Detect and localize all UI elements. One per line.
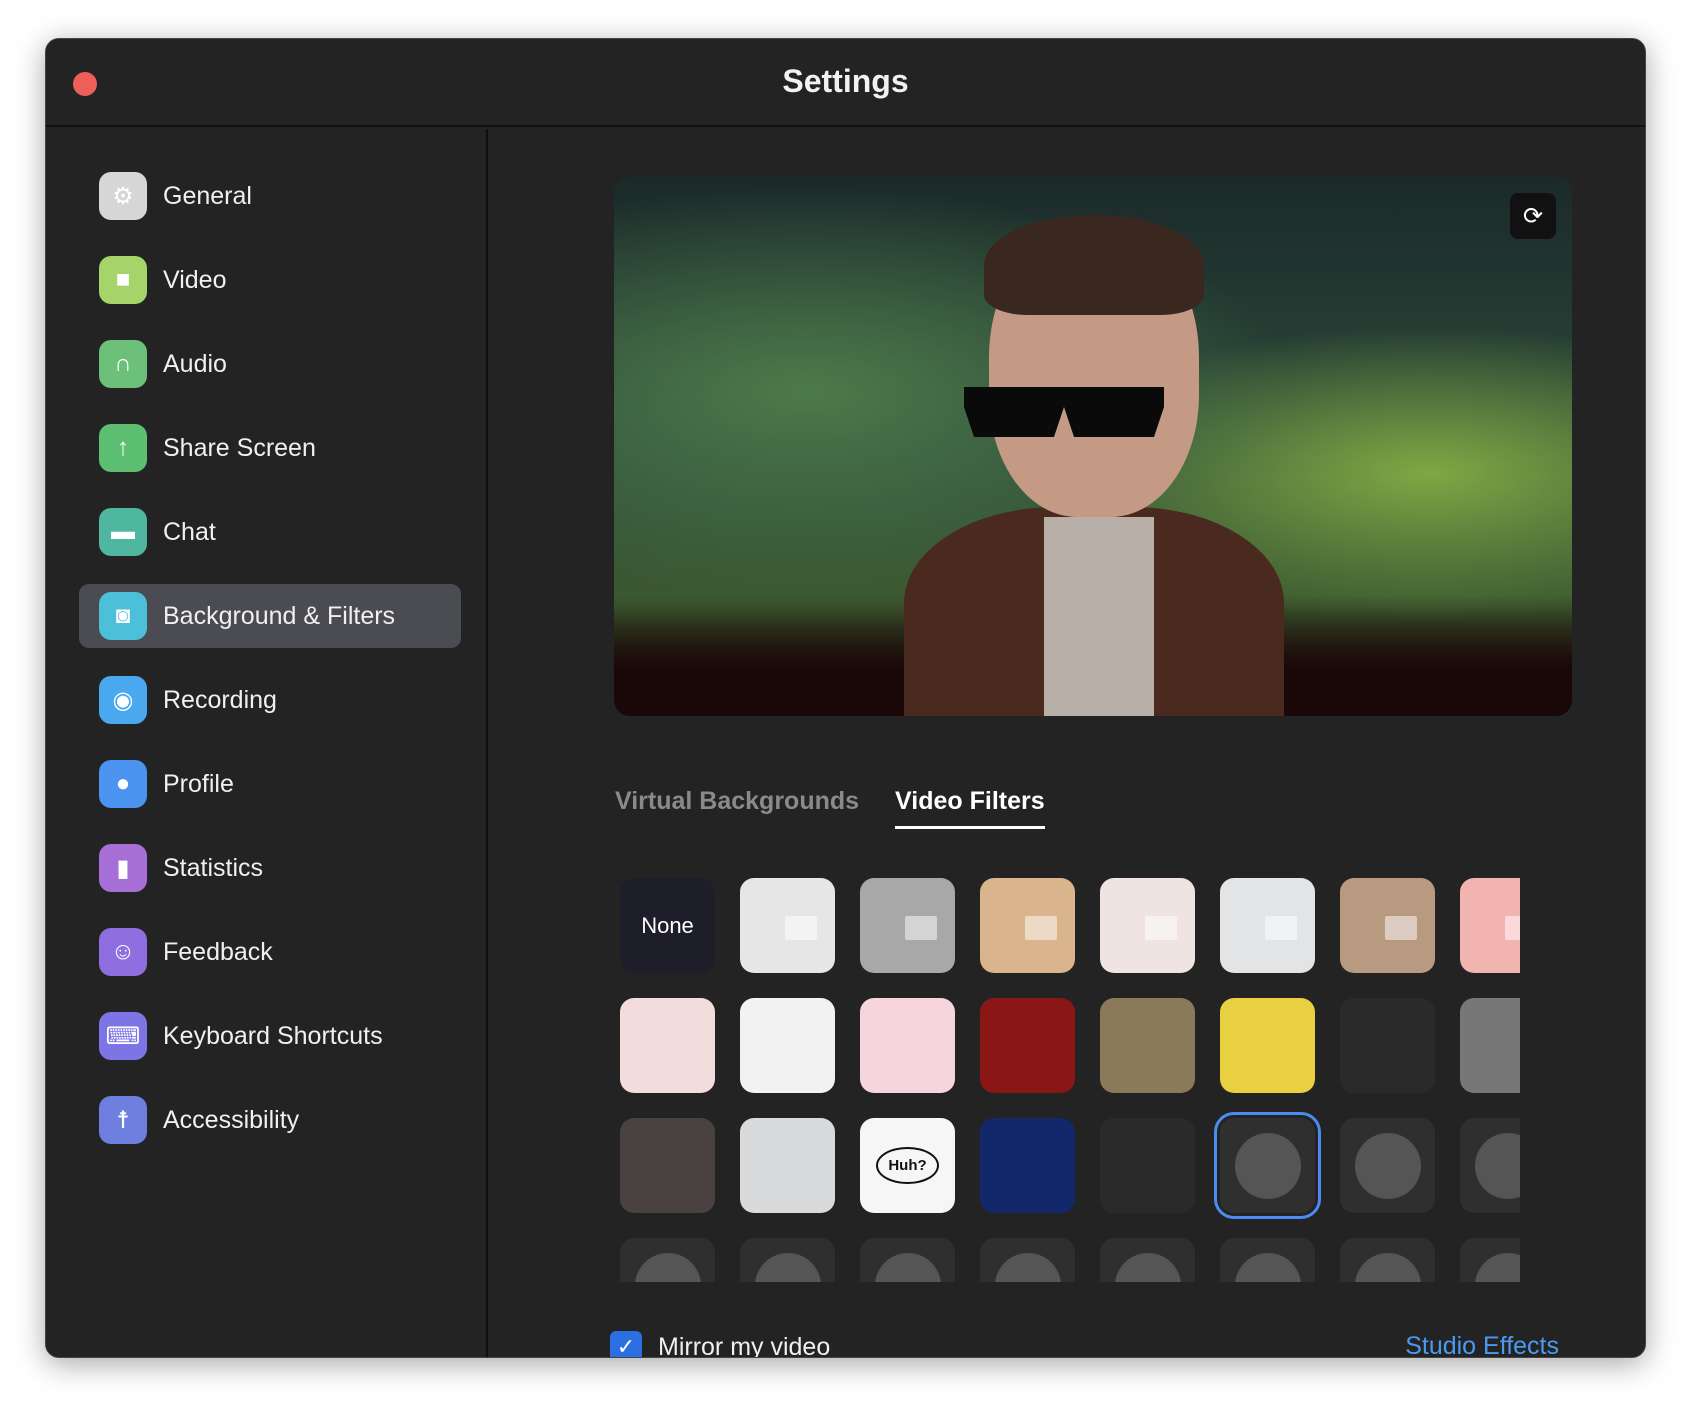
rotate-icon: ⟳	[1522, 202, 1544, 230]
face-filter-icon	[1474, 1132, 1520, 1199]
sidebar-item-statistics[interactable]: ▮ Statistics	[79, 836, 461, 900]
filter-tile[interactable]	[1460, 878, 1520, 973]
filter-tile[interactable]: Huh?	[860, 1118, 955, 1213]
sidebar-item-share-screen[interactable]: ↑ Share Screen	[79, 416, 461, 480]
mirror-video-label: Mirror my video	[658, 1332, 831, 1358]
filter-tile[interactable]	[1214, 1112, 1321, 1219]
share-screen-icon: ↑	[99, 424, 147, 472]
filter-tile[interactable]	[860, 1238, 955, 1282]
sidebar-item-label: Audio	[163, 349, 227, 378]
sidebar-item-background-filters[interactable]: ◙ Background & Filters	[79, 584, 461, 648]
sidebar-item-label: General	[163, 181, 252, 210]
filter-tile[interactable]	[980, 1238, 1075, 1282]
sidebar-item-label: Profile	[163, 769, 234, 798]
studio-effects-link[interactable]: Studio Effects	[1405, 1332, 1559, 1357]
background-person-icon: ◙	[99, 592, 147, 640]
filter-tile[interactable]	[980, 998, 1075, 1093]
filter-tile[interactable]	[620, 1238, 715, 1282]
sidebar-item-label: Statistics	[163, 853, 264, 882]
sidebar-item-label: Accessibility	[163, 1105, 300, 1134]
sidebar-item-general[interactable]: ⚙ General	[79, 164, 461, 228]
filter-tile[interactable]	[1100, 1238, 1195, 1282]
sidebar-item-feedback[interactable]: ☺ Feedback	[79, 920, 461, 984]
sidebar-item-label: Feedback	[163, 937, 273, 966]
face-filter-icon	[634, 1252, 701, 1282]
face-filter-icon	[1234, 1132, 1301, 1199]
rotate-camera-button[interactable]: ⟳	[1510, 193, 1556, 239]
filter-tile[interactable]	[1220, 878, 1315, 973]
sidebar-item-chat[interactable]: ▬ Chat	[79, 500, 461, 564]
sidebar-item-label: Recording	[163, 685, 277, 714]
filter-grid[interactable]: None Huh?	[620, 878, 1520, 1282]
checkmark-icon[interactable]: ✓	[610, 1331, 642, 1357]
filter-tile[interactable]	[1100, 1118, 1195, 1213]
video-preview: ⟳	[614, 177, 1572, 716]
filter-tile[interactable]	[860, 998, 955, 1093]
filter-tile[interactable]	[740, 878, 835, 973]
title-bar: Settings	[46, 39, 1645, 127]
face-filter-icon	[754, 1252, 821, 1282]
face-filter-icon	[1354, 1132, 1421, 1199]
filter-tile[interactable]	[1340, 1118, 1435, 1213]
sidebar-item-recording[interactable]: ◉ Recording	[79, 668, 461, 732]
face-filter-icon	[874, 1252, 941, 1282]
filter-tile[interactable]	[1220, 1238, 1315, 1282]
sidebar-item-label: Background & Filters	[163, 601, 396, 630]
chat-bubble-icon: ▬	[99, 508, 147, 556]
face-filter-icon	[1474, 1252, 1520, 1282]
sidebar-item-video[interactable]: ■ Video	[79, 248, 461, 312]
gear-icon: ⚙	[99, 172, 147, 220]
filter-tile[interactable]	[1100, 878, 1195, 973]
video-camera-icon: ■	[99, 256, 147, 304]
sidebar-item-label: Chat	[163, 517, 216, 546]
filter-tile[interactable]	[1340, 998, 1435, 1093]
person-icon: ●	[99, 760, 147, 808]
face-filter-icon	[1354, 1252, 1421, 1282]
keyboard-icon: ⌨	[99, 1012, 147, 1060]
record-icon: ◉	[99, 676, 147, 724]
filter-tile[interactable]	[1340, 878, 1435, 973]
filter-tile[interactable]	[860, 878, 955, 973]
filter-tile[interactable]	[1340, 1238, 1435, 1282]
accessibility-icon: ☨	[99, 1096, 147, 1144]
filter-tile[interactable]	[740, 998, 835, 1093]
smiley-icon: ☺	[99, 928, 147, 976]
filter-tile[interactable]	[1460, 1238, 1520, 1282]
filter-none[interactable]: None	[620, 878, 715, 973]
sidebar-item-accessibility[interactable]: ☨ Accessibility	[79, 1088, 461, 1152]
tab-video-filters[interactable]: Video Filters	[895, 787, 1045, 829]
filter-tile[interactable]	[1220, 998, 1315, 1093]
filter-tile[interactable]	[1100, 998, 1195, 1093]
sidebar: ⚙ General ■ Video ∩ Audio ↑ Share Screen ▬ Chat ◙ B…	[46, 129, 488, 1357]
filter-tile[interactable]	[740, 1238, 835, 1282]
face-filter-icon	[1114, 1252, 1181, 1282]
face-filter-icon	[994, 1252, 1061, 1282]
tab-virtual-backgrounds[interactable]: Virtual Backgrounds	[615, 787, 859, 829]
filter-tile[interactable]	[620, 998, 715, 1093]
face-filter-icon	[1234, 1252, 1301, 1282]
tab-bar: Virtual Backgrounds Video Filters	[615, 787, 1045, 829]
main-panel: ⟳ Virtual Backgrounds Video Filters None…	[490, 129, 1645, 1357]
mirror-video-checkbox[interactable]: ✓ Mirror my video	[610, 1331, 831, 1358]
sidebar-item-keyboard-shortcuts[interactable]: ⌨ Keyboard Shortcuts	[79, 1004, 461, 1068]
filter-tile[interactable]	[740, 1118, 835, 1213]
sidebar-item-label: Share Screen	[163, 433, 316, 462]
filter-tile[interactable]	[1460, 1118, 1520, 1213]
settings-window: Settings ⚙ General ■ Video ∩ Audio ↑ Share Scre…	[45, 38, 1646, 1358]
filter-none-label: None	[641, 912, 694, 938]
person-video	[904, 207, 1284, 716]
window-title: Settings	[782, 63, 909, 99]
bar-chart-icon: ▮	[99, 844, 147, 892]
filter-tile[interactable]	[980, 878, 1075, 973]
sidebar-item-label: Keyboard Shortcuts	[163, 1021, 383, 1050]
sidebar-item-profile[interactable]: ● Profile	[79, 752, 461, 816]
headphones-icon: ∩	[99, 340, 147, 388]
filter-tile[interactable]	[1460, 998, 1520, 1093]
filter-tile[interactable]	[980, 1118, 1075, 1213]
sidebar-item-audio[interactable]: ∩ Audio	[79, 332, 461, 396]
huh-label: Huh?	[876, 1147, 939, 1184]
filter-tile[interactable]	[620, 1118, 715, 1213]
sidebar-item-label: Video	[163, 265, 227, 294]
